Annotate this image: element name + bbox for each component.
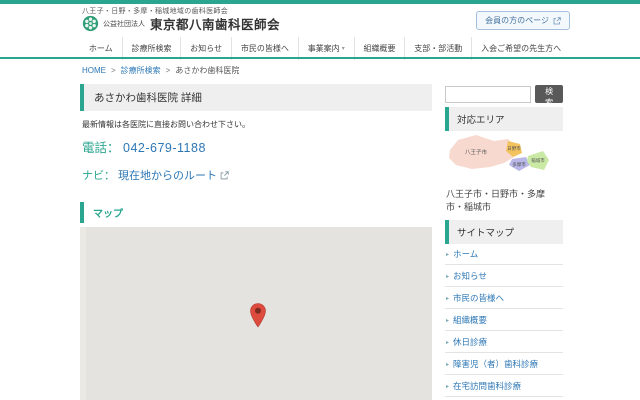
phone-row: 電話： 042-679-1188	[82, 137, 206, 156]
sitemap-link-label: 市民の皆様へ	[453, 292, 504, 304]
page-title: あさかわ歯科医院 詳細	[80, 84, 432, 111]
map-pin-icon[interactable]	[250, 303, 266, 328]
sitemap-link-label: 障害児（者）歯科診療	[453, 358, 538, 370]
breadcrumb-current: あさかわ歯科医院	[175, 65, 239, 76]
map-tile-edge	[80, 227, 86, 400]
breadcrumb: HOME > 診療所検索 > あさかわ歯科医院	[82, 65, 239, 76]
sitemap-section-title: サイトマップ	[445, 220, 563, 244]
navi-label: ナビ：	[82, 167, 115, 183]
nav-divider	[0, 57, 640, 59]
nav-item-label: 組織概要	[364, 43, 396, 54]
member-page-button-label: 会員の方のページ	[485, 15, 549, 26]
map-embed[interactable]	[80, 227, 432, 400]
arrow-bullet-icon: ▸	[446, 317, 449, 324]
arrow-bullet-icon: ▸	[446, 251, 449, 258]
sitemap-link-label: 組織概要	[453, 314, 487, 326]
arrow-bullet-icon: ▸	[446, 383, 449, 390]
association-emblem-icon	[82, 15, 99, 32]
top-accent-bar	[0, 0, 640, 4]
breadcrumb-separator: >	[166, 66, 171, 75]
sidebar-search: 検索	[445, 85, 563, 103]
region-label-hino: 日野市	[507, 145, 521, 152]
nav-item-label: 支部・部活動	[414, 43, 462, 54]
nav-item-label: 事業案内	[308, 43, 340, 54]
chevron-down-icon: ▾	[342, 45, 345, 52]
external-link-icon	[220, 171, 229, 180]
region-label-inagi: 稲城市	[531, 157, 545, 164]
breadcrumb-search-link[interactable]: 診療所検索	[121, 65, 161, 76]
sitemap-link-label: 在宅訪問歯科診療	[453, 380, 521, 392]
sitemap-link-news[interactable]: ▸ お知らせ	[445, 265, 563, 287]
search-input[interactable]	[445, 86, 531, 103]
sitemap-link-label: ホーム	[453, 248, 478, 260]
area-section-title: 対応エリア	[445, 107, 563, 131]
sitemap-link-disability-care[interactable]: ▸ 障害児（者）歯科診療	[445, 353, 563, 375]
nav-item-label: 診療所検索	[131, 43, 171, 54]
route-link[interactable]: 現在地からのルート	[118, 167, 217, 183]
arrow-bullet-icon: ▸	[446, 273, 449, 280]
arrow-bullet-icon: ▸	[446, 361, 449, 368]
sitemap-link-label: 休日診療	[453, 336, 487, 348]
nav-item-label: ホーム	[89, 43, 113, 54]
sitemap-link-organization[interactable]: ▸ 組織概要	[445, 309, 563, 331]
sitemap-link-home[interactable]: ▸ ホーム	[445, 243, 563, 265]
area-caption: 八王子市・日野市・多摩市・稲城市	[446, 188, 562, 214]
org-name: 東京都八南歯科医師会	[150, 14, 280, 33]
sitemap-link-home-visit[interactable]: ▸ 在宅訪問歯科診療	[445, 375, 563, 397]
phone-number[interactable]: 042-679-1188	[123, 141, 206, 155]
contact-note: 最新情報は各医院に直接お問い合わせ下さい。	[82, 119, 250, 130]
sitemap-list: ▸ ホーム ▸ お知らせ ▸ 市民の皆様へ ▸ 組織概要 ▸ 休日診療 ▸ 障害児（者）歯科…	[445, 243, 563, 400]
page: 八王子・日野・多摩・稲城地域の歯科医師会 公益社団法人 東京都八南歯科医師会 会…	[0, 0, 640, 400]
region-label-hachioji: 八王子市	[465, 148, 488, 156]
sitemap-link-holiday-care[interactable]: ▸ 休日診療	[445, 331, 563, 353]
nav-item-label: 入会ご希望の先生方へ	[481, 43, 561, 54]
nav-item-label: 市民の皆様へ	[241, 43, 289, 54]
breadcrumb-separator: >	[111, 66, 116, 75]
map-section-title: マップ	[80, 202, 132, 223]
nav-item-label: お知らせ	[190, 43, 222, 54]
navi-row: ナビ： 現在地からのルート	[82, 167, 229, 183]
site-logo[interactable]: 公益社団法人 東京都八南歯科医師会	[82, 14, 280, 33]
search-button[interactable]: 検索	[535, 85, 563, 103]
region-label-tama: 多摩市	[512, 161, 526, 168]
arrow-bullet-icon: ▸	[446, 339, 449, 346]
breadcrumb-home-link[interactable]: HOME	[82, 66, 106, 75]
org-type-label: 公益社団法人	[103, 19, 145, 29]
phone-label: 電話：	[82, 141, 120, 155]
coverage-area-map: 八王子市 日野市 多摩市 稲城市	[446, 132, 559, 189]
sitemap-link-label: お知らせ	[453, 270, 487, 282]
arrow-bullet-icon: ▸	[446, 295, 449, 302]
sitemap-link-citizens[interactable]: ▸ 市民の皆様へ	[445, 287, 563, 309]
member-page-button[interactable]: 会員の方のページ	[476, 11, 570, 30]
external-link-icon	[553, 17, 561, 25]
